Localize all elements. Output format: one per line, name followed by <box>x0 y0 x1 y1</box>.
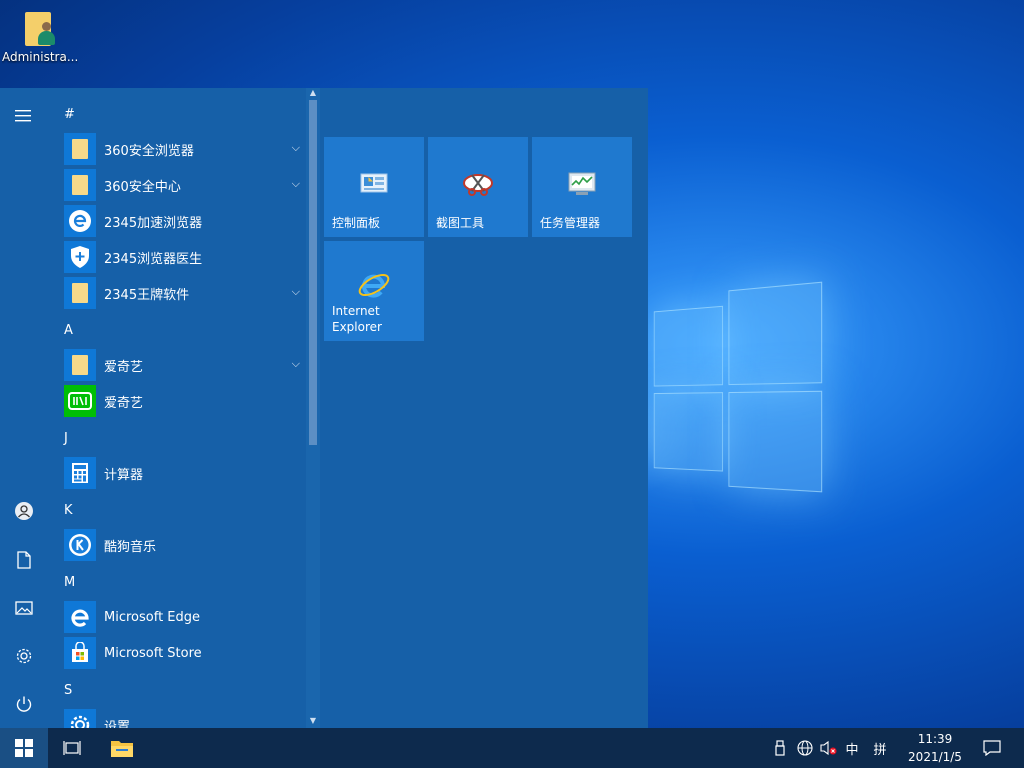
snipping-tool-icon <box>460 165 496 201</box>
app-item[interactable]: 2345浏览器医生 <box>64 241 306 273</box>
shield-plus-icon <box>64 241 96 273</box>
folder-icon <box>64 349 96 381</box>
app-item-label: 计算器 <box>104 467 144 483</box>
start-button[interactable] <box>0 728 48 768</box>
section-header-s[interactable]: S <box>64 683 72 698</box>
folder-icon <box>64 133 96 165</box>
app-item-label: 2345王牌软件 <box>104 287 190 303</box>
power-icon[interactable] <box>12 692 36 716</box>
desktop-icon-label: Administra... <box>2 50 78 64</box>
iqiyi-icon <box>64 385 96 417</box>
app-item[interactable]: Microsoft Edge <box>64 601 306 633</box>
file-explorer-button[interactable] <box>104 728 140 768</box>
tile-label: 截图工具 <box>436 216 485 230</box>
chevron-down-icon: ⌵ <box>291 285 300 298</box>
user-account-icon[interactable] <box>12 499 36 523</box>
taskbar-clock[interactable]: 11:39 2021/1/5 <box>900 730 970 766</box>
folder-icon <box>64 277 96 309</box>
settings-gear-icon[interactable] <box>12 644 36 668</box>
scrollbar-thumb[interactable] <box>309 100 317 445</box>
task-view-icon <box>63 741 81 755</box>
pictures-icon[interactable] <box>12 596 36 620</box>
folder-icon <box>64 169 96 201</box>
tile-task-manager[interactable]: 任务管理器 <box>532 137 632 237</box>
scroll-down-icon[interactable]: ▼ <box>306 716 320 728</box>
start-menu: # 360安全浏览器 ⌵ 360安全中心 ⌵ 2345加速浏览器 2345浏览器… <box>0 88 648 728</box>
task-manager-icon <box>564 165 600 201</box>
ime-language-indicator[interactable]: 中 <box>842 728 862 768</box>
app-item-label: 2345加速浏览器 <box>104 215 203 231</box>
internet-explorer-icon <box>356 267 392 303</box>
taskbar: 中 拼 11:39 2021/1/5 <box>0 728 1024 768</box>
app-item-label: 设置 <box>104 719 131 729</box>
app-item-label: 2345浏览器医生 <box>104 251 203 267</box>
app-item-label: Microsoft Store <box>104 645 202 661</box>
tile-label: Internet Explorer <box>332 303 382 335</box>
section-header-j[interactable]: J <box>64 431 68 446</box>
section-header-a[interactable]: A <box>64 323 73 338</box>
chevron-down-icon: ⌵ <box>291 141 300 154</box>
desktop-icon-administrator[interactable]: Administra... <box>2 8 78 64</box>
windows-logo-icon <box>15 739 33 757</box>
tile-control-panel[interactable]: 控制面板 <box>324 137 424 237</box>
app-item[interactable]: Microsoft Store <box>64 637 306 669</box>
tile-internet-explorer[interactable]: Internet Explorer <box>324 241 424 341</box>
gear-icon <box>64 709 96 728</box>
section-header-k[interactable]: K <box>64 503 73 518</box>
app-item[interactable]: 酷狗音乐 <box>64 529 306 561</box>
app-item-label: 360安全中心 <box>104 179 181 195</box>
store-icon <box>64 637 96 669</box>
start-rail <box>0 88 48 728</box>
app-item[interactable]: 设置 <box>64 709 306 728</box>
tile-label-line1: Internet <box>332 304 380 318</box>
scroll-up-icon[interactable]: ▲ <box>306 88 320 100</box>
network-globe-icon[interactable] <box>794 728 816 768</box>
document-icon[interactable] <box>12 548 36 572</box>
action-center-icon[interactable] <box>978 728 1006 768</box>
kugou-icon <box>64 529 96 561</box>
app-item-label: Microsoft Edge <box>104 609 201 625</box>
calculator-icon <box>64 457 96 489</box>
app-item[interactable]: 2345加速浏览器 <box>64 205 306 237</box>
tile-snipping-tool[interactable]: 截图工具 <box>428 137 528 237</box>
tile-label: 控制面板 <box>332 216 381 230</box>
section-header-m[interactable]: M <box>64 575 75 590</box>
app-item[interactable]: 360安全浏览器 ⌵ <box>64 133 306 165</box>
app-item-label: 酷狗音乐 <box>104 539 157 555</box>
file-explorer-icon <box>111 741 133 757</box>
app-item[interactable]: 爱奇艺 <box>64 385 306 417</box>
edge-icon <box>64 601 96 633</box>
user-folder-icon <box>23 8 57 48</box>
app-item-label: 360安全浏览器 <box>104 143 194 159</box>
app-list-scrollbar[interactable]: ▲ ▼ <box>306 88 320 728</box>
volume-muted-icon[interactable] <box>818 728 840 768</box>
tile-label: 任务管理器 <box>540 216 601 230</box>
chevron-down-icon: ⌵ <box>291 357 300 370</box>
browser-e-icon <box>64 205 96 237</box>
app-item[interactable]: 2345王牌软件 ⌵ <box>64 277 306 309</box>
section-header-hash[interactable]: # <box>64 107 75 122</box>
clock-time: 11:39 <box>917 732 953 746</box>
clock-date: 2021/1/5 <box>908 750 962 764</box>
app-item-label: 爱奇艺 <box>104 395 144 411</box>
task-view-button[interactable] <box>56 728 88 768</box>
desktop-windows-logo <box>653 281 823 539</box>
app-list: # 360安全浏览器 ⌵ 360安全中心 ⌵ 2345加速浏览器 2345浏览器… <box>48 88 306 728</box>
app-item[interactable]: 计算器 <box>64 457 306 489</box>
tile-label-line2: Explorer <box>332 320 382 334</box>
hamburger-menu-icon[interactable] <box>12 104 36 128</box>
ime-mode-indicator[interactable]: 拼 <box>870 728 890 768</box>
app-item-label: 爱奇艺 <box>104 359 144 375</box>
chevron-down-icon: ⌵ <box>291 177 300 190</box>
app-item[interactable]: 爱奇艺 ⌵ <box>64 349 306 381</box>
control-panel-icon <box>356 165 392 201</box>
app-item[interactable]: 360安全中心 ⌵ <box>64 169 306 201</box>
usb-device-icon[interactable] <box>770 728 790 768</box>
